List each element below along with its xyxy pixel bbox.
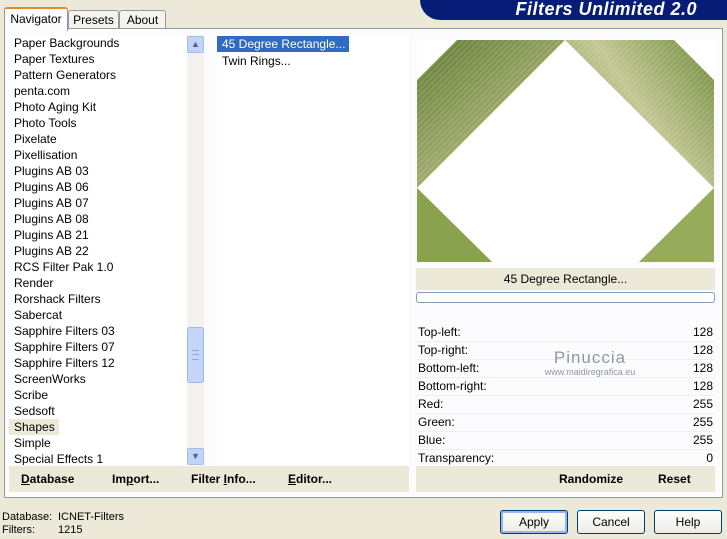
param-red[interactable]: Red: 255 (416, 395, 715, 414)
list-item[interactable]: Photo Aging Kit (9, 99, 187, 115)
watermark: Pinuccia www.maidiregrafica.eu (520, 348, 660, 377)
parameter-panel: Top-left: 128 Top-right: 128 Bottom-left: 1… (416, 323, 715, 468)
import-button[interactable]: Import... (112, 472, 159, 486)
param-bottom-right[interactable]: Bottom-right: 128 (416, 377, 715, 396)
randomize-button[interactable]: Randomize (559, 472, 623, 486)
grip-icon (192, 350, 199, 360)
list-item[interactable]: Sabercat (9, 307, 187, 323)
list-item[interactable]: Pixellisation (9, 147, 187, 163)
param-blue[interactable]: Blue: 255 (416, 431, 715, 450)
list-item[interactable]: ScreenWorks (9, 371, 187, 387)
watermark-name: Pinuccia (553, 348, 627, 367)
list-item[interactable]: Special Effects 1 (9, 451, 187, 465)
help-button[interactable]: Help (654, 510, 722, 534)
preview-image (417, 40, 714, 262)
tab-about[interactable]: About (119, 10, 166, 29)
database-button[interactable]: Database (21, 472, 74, 486)
list-item[interactable]: Scribe (9, 387, 187, 403)
tab-navigator[interactable]: Navigator (4, 7, 68, 31)
list-item[interactable]: Sedsoft (9, 403, 187, 419)
list-item[interactable]: Plugins AB 03 (9, 163, 187, 179)
filters-info: Filters: 1215 (2, 524, 83, 536)
category-scrollbar[interactable]: ▲ ▼ (187, 35, 204, 465)
list-item[interactable]: Paper Textures (9, 51, 187, 67)
list-item-selected[interactable]: 45 Degree Rectangle... (215, 35, 351, 53)
reset-button[interactable]: Reset (658, 472, 691, 486)
category-list[interactable]: Paper Backgrounds Paper Textures Pattern… (9, 35, 187, 465)
scroll-up-button[interactable]: ▲ (187, 36, 204, 53)
list-item[interactable]: Sapphire Filters 03 (9, 323, 187, 339)
cancel-button[interactable]: Cancel (577, 510, 645, 534)
database-info: Database: ICNET-Filters (2, 511, 124, 523)
list-item-selected[interactable]: Shapes (9, 419, 59, 435)
filter-list[interactable]: 45 Degree Rectangle... Twin Rings... (215, 35, 409, 465)
scroll-thumb[interactable] (187, 327, 204, 383)
list-item[interactable]: Plugins AB 06 (9, 179, 187, 195)
param-green[interactable]: Green: 255 (416, 413, 715, 432)
list-item[interactable]: Plugins AB 21 (9, 227, 187, 243)
selected-filter-name: 45 Degree Rectangle... (416, 268, 715, 290)
list-item[interactable]: penta.com (9, 83, 187, 99)
list-item[interactable]: Plugins AB 08 (9, 211, 187, 227)
list-item[interactable]: Rorshack Filters (9, 291, 187, 307)
editor-button[interactable]: Editor... (288, 472, 332, 486)
list-item[interactable]: Render (9, 275, 187, 291)
watermark-site: www.maidiregrafica.eu (544, 367, 636, 377)
banner-title: Filters Unlimited 2.0 (515, 0, 697, 19)
list-item[interactable]: Pixelate (9, 131, 187, 147)
list-item[interactable]: Photo Tools (9, 115, 187, 131)
list-item[interactable]: RCS Filter Pak 1.0 (9, 259, 187, 275)
list-item[interactable]: Plugins AB 22 (9, 243, 187, 259)
apply-button[interactable]: Apply (500, 510, 568, 534)
param-top-left[interactable]: Top-left: 128 (416, 323, 715, 342)
list-item[interactable]: Simple (9, 435, 187, 451)
scroll-down-button[interactable]: ▼ (187, 448, 204, 465)
title-banner: Filters Unlimited 2.0 (420, 0, 727, 20)
list-item[interactable]: Pattern Generators (9, 67, 187, 83)
tab-presets[interactable]: Presets (68, 10, 119, 29)
list-item[interactable]: Sapphire Filters 12 (9, 355, 187, 371)
progress-bar (416, 292, 715, 303)
list-item[interactable]: Sapphire Filters 07 (9, 339, 187, 355)
list-item[interactable]: Twin Rings... (217, 53, 409, 69)
list-item[interactable]: Plugins AB 07 (9, 195, 187, 211)
list-item[interactable]: Paper Backgrounds (9, 35, 187, 51)
filter-info-button[interactable]: Filter Info... (191, 472, 256, 486)
